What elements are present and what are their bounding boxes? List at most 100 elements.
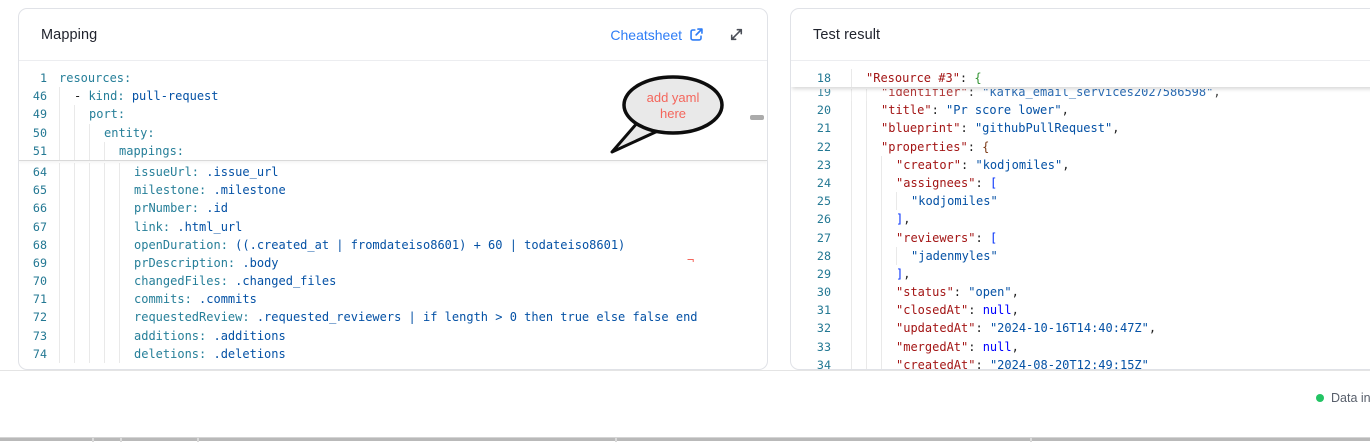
code-line[interactable]: 23"creator": "kodjomiles",: [791, 156, 1370, 174]
code-line[interactable]: 26],: [791, 210, 1370, 228]
section-divider: [0, 370, 1370, 371]
cheatsheet-link[interactable]: Cheatsheet: [610, 27, 704, 43]
code-line[interactable]: 73additions: .additions: [19, 327, 767, 345]
code-line[interactable]: 30"status": "open",: [791, 283, 1370, 301]
code-line[interactable]: 66prNumber: .id: [19, 199, 767, 217]
line-number[interactable]: 1: [19, 69, 47, 87]
line-number[interactable]: 30: [791, 283, 831, 301]
code-line[interactable]: 32"updatedAt": "2024-10-16T14:40:47Z",: [791, 319, 1370, 337]
line-number[interactable]: 34: [791, 356, 831, 370]
code-token: requestedReview:: [134, 308, 250, 326]
code-line[interactable]: 29],: [791, 265, 1370, 283]
code-token: "assignees": [896, 174, 975, 192]
code-token: :: [968, 301, 982, 319]
line-number[interactable]: 49: [19, 105, 47, 123]
indent-guide: [104, 163, 119, 181]
code-line[interactable]: 71commits: .commits: [19, 290, 767, 308]
line-number[interactable]: 51: [19, 142, 47, 160]
partially-hidden-line: 19"identifier": "kafka_email_services202…: [791, 89, 1370, 101]
line-number[interactable]: 27: [791, 229, 831, 247]
mapping-header-actions: Cheatsheet: [610, 26, 745, 43]
indent-guide: [866, 101, 881, 119]
code-line[interactable]: 28"jadenmyles": [791, 247, 1370, 265]
code-token: ,: [1012, 338, 1019, 356]
line-number[interactable]: 73: [19, 327, 47, 345]
indent-guide: [866, 356, 881, 370]
indent-guide: [89, 308, 104, 326]
code-token: .deletions: [213, 345, 285, 363]
line-number[interactable]: 68: [19, 236, 47, 254]
code-line[interactable]: 34"createdAt": "2024-08-20T12:49:15Z": [791, 356, 1370, 370]
code-line[interactable]: 74deletions: .deletions: [19, 345, 767, 363]
code-line[interactable]: 68openDuration: ((.created_at | fromdate…: [19, 236, 767, 254]
code-line[interactable]: 22"properties": {: [791, 138, 1370, 156]
indent-guide: [851, 89, 866, 101]
line-number[interactable]: 71: [19, 290, 47, 308]
code-token: ,: [903, 265, 910, 283]
line-number[interactable]: 28: [791, 247, 831, 265]
indent-guide: [866, 138, 881, 156]
code-line[interactable]: 31"closedAt": null,: [791, 301, 1370, 319]
indent-guide: [104, 254, 119, 272]
line-number[interactable]: 67: [19, 218, 47, 236]
line-number[interactable]: 31: [791, 301, 831, 319]
code-token: changedFiles:: [134, 272, 228, 290]
indent-guide: [881, 338, 896, 356]
line-number[interactable]: 24: [791, 174, 831, 192]
code-line[interactable]: 25"kodjomiles": [791, 192, 1370, 210]
line-number[interactable]: 74: [19, 345, 47, 363]
line-number[interactable]: 32: [791, 319, 831, 337]
json-viewer-content[interactable]: 19"identifier": "kafka_email_services202…: [791, 87, 1370, 370]
code-line[interactable]: 70changedFiles: .changed_files: [19, 272, 767, 290]
code-line[interactable]: 65milestone: .milestone: [19, 181, 767, 199]
code-line[interactable]: 27"reviewers": [: [791, 229, 1370, 247]
indent-guide: [74, 142, 89, 160]
line-number[interactable]: 22: [791, 138, 831, 156]
test-result-panel-header: Test result: [791, 9, 1370, 61]
code-line[interactable]: 67link: .html_url: [19, 218, 767, 236]
line-number[interactable]: 26: [791, 210, 831, 228]
line-number[interactable]: 20: [791, 101, 831, 119]
json-sticky-scroll-lines: 18"Resource #3": {: [791, 61, 1370, 87]
line-number[interactable]: 18: [791, 69, 831, 87]
code-token: "Resource #3": [866, 69, 960, 87]
code-token: resources:: [59, 69, 131, 87]
line-number[interactable]: 50: [19, 124, 47, 142]
expand-icon[interactable]: [728, 26, 745, 43]
test-result-json-viewer[interactable]: 18"Resource #3": { 19"identifier": "kafk…: [791, 61, 1370, 370]
line-number[interactable]: 66: [19, 199, 47, 217]
code-token: "kafka_email_services2027586598": [982, 89, 1213, 101]
code-token: ]: [896, 265, 903, 283]
line-number[interactable]: 29: [791, 265, 831, 283]
line-number[interactable]: 46: [19, 87, 47, 105]
code-line[interactable]: 69prDescription: .body: [19, 254, 767, 272]
line-number[interactable]: 70: [19, 272, 47, 290]
line-number[interactable]: 25: [791, 192, 831, 210]
line-number[interactable]: 65: [19, 181, 47, 199]
code-line[interactable]: 21"blueprint": "githubPullRequest",: [791, 119, 1370, 137]
code-line[interactable]: 64issueUrl: .issue_url: [19, 163, 767, 181]
line-number[interactable]: 72: [19, 308, 47, 326]
code-token: "mergedAt": [896, 338, 968, 356]
line-number[interactable]: 64: [19, 163, 47, 181]
line-number[interactable]: 19: [791, 89, 831, 101]
code-line[interactable]: 20"title": "Pr score lower",: [791, 101, 1370, 119]
line-number[interactable]: 33: [791, 338, 831, 356]
indent-guide: [851, 301, 866, 319]
line-number[interactable]: 69: [19, 254, 47, 272]
code-line[interactable]: 24"assignees": [: [791, 174, 1370, 192]
editor-scrollbar-thumb[interactable]: [750, 115, 764, 120]
line-number[interactable]: 21: [791, 119, 831, 137]
indent-guide: [89, 290, 104, 308]
bubble-text-line2: here: [660, 106, 686, 121]
line-number[interactable]: 23: [791, 156, 831, 174]
stray-red-mark: ¬: [687, 253, 694, 267]
code-token: [199, 199, 206, 217]
indent-guide: [896, 247, 911, 265]
code-line[interactable]: 72requestedReview: .requested_reviewers …: [19, 308, 767, 326]
code-line[interactable]: 18"Resource #3": {: [791, 69, 1370, 87]
code-line[interactable]: 19"identifier": "kafka_email_services202…: [791, 89, 1370, 101]
code-line[interactable]: 33"mergedAt": null,: [791, 338, 1370, 356]
yaml-editor-content[interactable]: 64issueUrl: .issue_url65milestone: .mile…: [19, 161, 767, 363]
code-token: "open": [968, 283, 1011, 301]
